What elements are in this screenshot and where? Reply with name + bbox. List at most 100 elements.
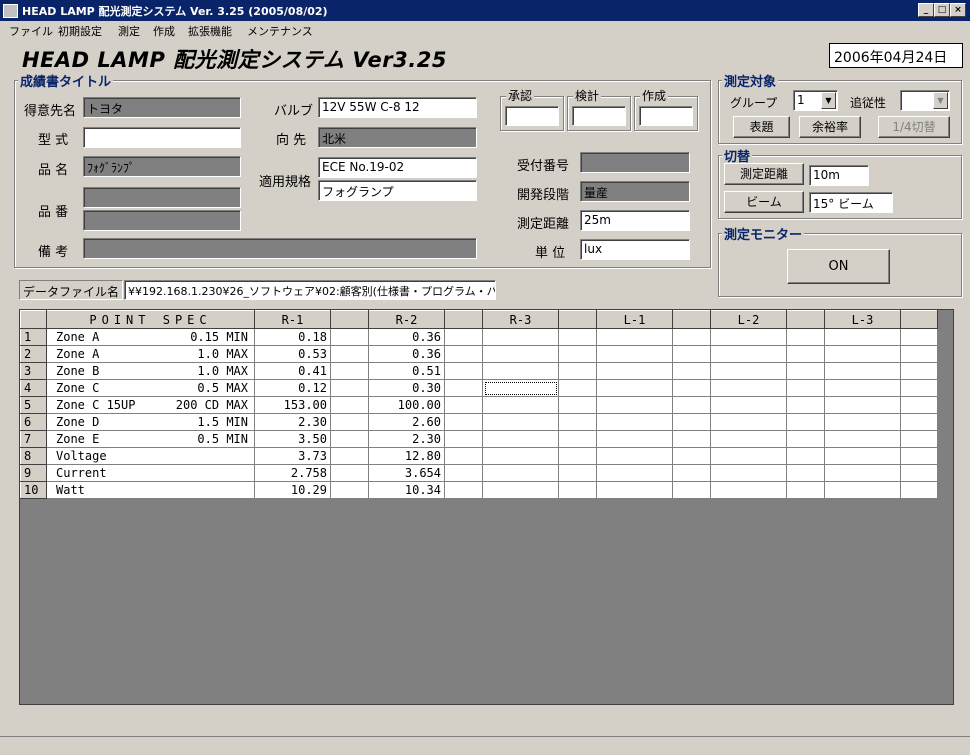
menu-measure[interactable]: 測定 [118,23,140,39]
r2-value[interactable]: 10.34 [368,481,445,499]
r2-value[interactable]: 100.00 [368,396,445,414]
table-row[interactable]: 8 Voltage 3.73 12.80 [20,447,938,465]
r1-value[interactable]: 153.00 [254,396,331,414]
create-stamp-field[interactable] [639,106,693,126]
point-spec-cell[interactable]: Zone B 1.0 MAX [46,362,255,380]
table-row[interactable]: 5 Zone C 15UP 200 CD MAX 153.00 100.00 [20,396,938,414]
l1-aux-cell[interactable] [672,430,711,448]
r3-value[interactable] [482,396,559,414]
row-number[interactable]: 1 [20,328,47,346]
l1-value[interactable] [596,362,673,380]
r1-aux-cell[interactable] [330,362,369,380]
l2-value[interactable] [710,345,787,363]
menu-maintenance[interactable]: メンテナンス [247,23,313,39]
r1-value[interactable]: 2.30 [254,413,331,431]
l2-aux-cell[interactable] [786,379,825,397]
l2-value[interactable] [710,362,787,380]
r2-value[interactable]: 0.30 [368,379,445,397]
point-spec-cell[interactable]: Watt [46,481,255,499]
menu-file[interactable]: ファイル [9,23,53,39]
l2-aux-cell[interactable] [786,481,825,499]
l2-aux-cell[interactable] [786,328,825,346]
r2-aux-cell[interactable] [444,362,483,380]
r2-value[interactable]: 0.36 [368,345,445,363]
part-number-field-1[interactable] [83,187,241,208]
r3-aux-cell[interactable] [558,464,597,482]
l1-value[interactable] [596,379,673,397]
r3-value[interactable] [482,413,559,431]
l1-value[interactable] [596,328,673,346]
r2-value[interactable]: 2.60 [368,413,445,431]
header-r1[interactable]: R-1 [254,310,331,329]
r2-value[interactable]: 2.30 [368,430,445,448]
r2-aux-cell[interactable] [444,413,483,431]
r1-value[interactable]: 0.53 [254,345,331,363]
monitor-on-button[interactable]: ON [787,249,890,284]
l3-aux-cell[interactable] [900,396,938,414]
l1-value[interactable] [596,396,673,414]
r3-aux-cell[interactable] [558,345,597,363]
r2-aux-cell[interactable] [444,481,483,499]
group-select[interactable]: 1 ▼ [793,90,838,111]
r2-value[interactable]: 12.80 [368,447,445,465]
point-spec-cell[interactable]: Voltage [46,447,255,465]
point-spec-cell[interactable]: Current [46,464,255,482]
approve-stamp-field[interactable] [505,106,559,126]
r2-aux-cell[interactable] [444,345,483,363]
margin-button[interactable]: 余裕率 [799,116,861,138]
header-r2[interactable]: R-2 [368,310,445,329]
row-number[interactable]: 6 [20,413,47,431]
r1-value[interactable]: 0.41 [254,362,331,380]
r1-aux-cell[interactable] [330,447,369,465]
l2-value[interactable] [710,464,787,482]
header-r2-aux[interactable] [444,310,483,329]
point-spec-cell[interactable]: Zone E 0.5 MIN [46,430,255,448]
l2-aux-cell[interactable] [786,396,825,414]
standard-field-2[interactable]: フォグランプ [318,180,477,201]
l3-aux-cell[interactable] [900,379,938,397]
r1-value[interactable]: 3.73 [254,447,331,465]
table-row[interactable]: 2 Zone A 1.0 MAX 0.53 0.36 [20,345,938,363]
point-spec-cell[interactable]: Zone C 0.5 MAX [46,379,255,397]
l1-value[interactable] [596,481,673,499]
l1-aux-cell[interactable] [672,396,711,414]
product-field[interactable]: ﾌｫｸﾞﾗﾝﾌﾟ [83,156,241,177]
menu-create[interactable]: 作成 [153,23,175,39]
l2-aux-cell[interactable] [786,464,825,482]
l3-value[interactable] [824,345,901,363]
table-row[interactable]: 6 Zone D 1.5 MIN 2.30 2.60 [20,413,938,431]
beam-button[interactable]: ビーム [724,191,804,213]
l3-aux-cell[interactable] [900,481,938,499]
header-l2-aux[interactable] [786,310,825,329]
close-button[interactable]: × [950,3,966,17]
row-number[interactable]: 9 [20,464,47,482]
receipt-number-field[interactable] [580,152,690,173]
l1-aux-cell[interactable] [672,447,711,465]
r1-value[interactable]: 2.758 [254,464,331,482]
point-spec-cell[interactable]: Zone A 1.0 MAX [46,345,255,363]
standard-field-1[interactable]: ECE No.19-02 [318,157,477,178]
unit-field[interactable]: lux [580,239,690,260]
r3-value[interactable] [482,328,559,346]
r1-aux-cell[interactable] [330,430,369,448]
point-spec-cell[interactable]: Zone C 15UP 200 CD MAX [46,396,255,414]
follow-select[interactable]: ▼ [900,90,950,111]
quarter-switch-button[interactable]: 1/4切替 [878,116,950,138]
l1-aux-cell[interactable] [672,328,711,346]
row-number[interactable]: 5 [20,396,47,414]
l3-aux-cell[interactable] [900,413,938,431]
r3-value[interactable] [482,447,559,465]
table-row[interactable]: 7 Zone E 0.5 MIN 3.50 2.30 [20,430,938,448]
l3-value[interactable] [824,396,901,414]
r1-aux-cell[interactable] [330,464,369,482]
table-row[interactable]: 3 Zone B 1.0 MAX 0.41 0.51 [20,362,938,380]
header-l1[interactable]: L-1 [596,310,673,329]
row-number[interactable]: 2 [20,345,47,363]
point-spec-cell[interactable]: Zone A 0.15 MIN [46,328,255,346]
header-l1-aux[interactable] [672,310,711,329]
header-point-spec[interactable]: POINT SPEC [46,310,255,329]
l1-value[interactable] [596,345,673,363]
r3-value[interactable] [482,362,559,380]
r3-aux-cell[interactable] [558,447,597,465]
r1-aux-cell[interactable] [330,379,369,397]
